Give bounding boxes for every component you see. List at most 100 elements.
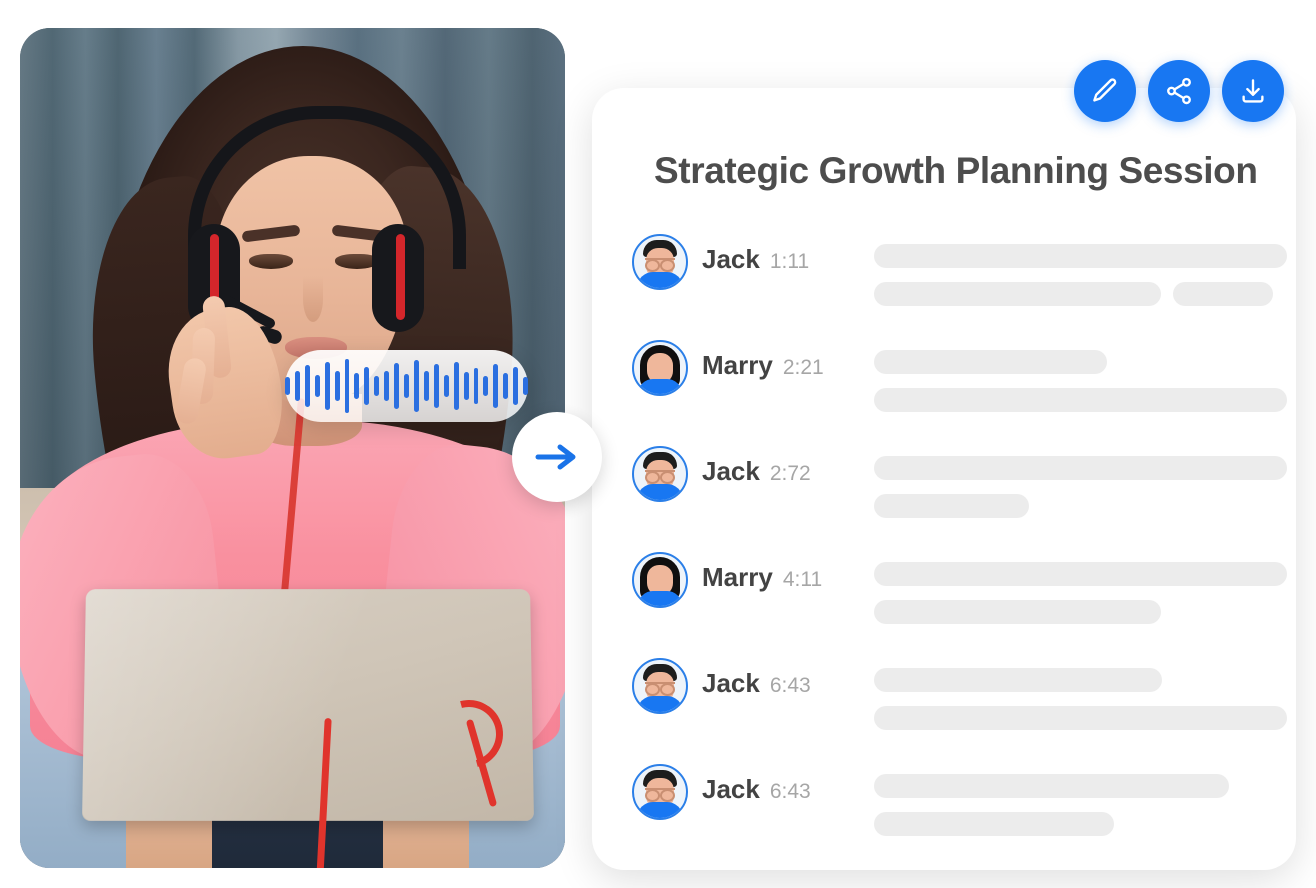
placeholder-bar [874, 812, 1114, 836]
speaker-name: Marry [702, 562, 773, 592]
waveform-bar [344, 359, 350, 413]
waveform-bar [314, 375, 320, 397]
transcript-row[interactable]: Marry 4:11 [632, 548, 1287, 638]
placeholder-line [874, 456, 1287, 480]
waveform-bar [473, 368, 479, 404]
nose [303, 276, 323, 322]
transcript-text-placeholder [874, 654, 1287, 744]
avatar [632, 446, 688, 502]
placeholder-bar [874, 562, 1287, 586]
timestamp: 1:11 [769, 250, 810, 273]
avatar [632, 658, 688, 714]
waveform-bar [394, 363, 400, 409]
placeholder-line [874, 282, 1287, 306]
transcript-row[interactable]: Jack 1:11 [632, 230, 1287, 320]
waveform-bar [364, 367, 370, 405]
placeholder-line [874, 812, 1270, 836]
speaker-name: Jack [702, 774, 760, 804]
waveform-bar [284, 377, 290, 395]
placeholder-line [874, 774, 1270, 798]
transcript-panel: Strategic Growth Planning Session Jack 1:… [592, 60, 1296, 870]
edit-button[interactable] [1074, 60, 1136, 122]
placeholder-bar [874, 282, 1161, 306]
waveform-bar [354, 373, 360, 399]
waveform-bar [493, 364, 499, 408]
speaker-meta: Jack 6:43 [702, 760, 874, 805]
pencil-icon [1093, 78, 1117, 102]
placeholder-bar [874, 388, 1287, 412]
placeholder-line [874, 562, 1287, 586]
speaker-name: Jack [702, 456, 760, 486]
share-icon [1167, 77, 1191, 105]
transcript-text-placeholder [874, 336, 1287, 426]
waveform-bar [384, 371, 390, 401]
waveform-bar [513, 367, 519, 405]
waveform-bar [334, 371, 340, 401]
speaker-meta: Marry 4:11 [702, 548, 874, 593]
panel-action-buttons [1074, 60, 1284, 122]
transcript-text-placeholder [874, 760, 1270, 850]
waveform-bar [483, 376, 489, 396]
placeholder-line [874, 668, 1287, 692]
transcript-row[interactable]: Jack 6:43 [632, 654, 1287, 744]
speaker-name: Jack [702, 668, 760, 698]
next-arrow-button[interactable] [512, 412, 602, 502]
speaker-meta: Jack 6:43 [702, 654, 874, 699]
waveform-bar [374, 376, 380, 396]
transcript-text-placeholder [874, 442, 1287, 532]
placeholder-bar [874, 774, 1229, 798]
download-icon [1242, 79, 1264, 103]
page-title: Strategic Growth Planning Session [654, 150, 1258, 191]
transcript-row[interactable]: Jack 2:72 [632, 442, 1287, 532]
placeholder-bar [1173, 282, 1273, 306]
speaker-name: Marry [702, 350, 773, 380]
timestamp: 2:21 [782, 356, 824, 379]
placeholder-line [874, 244, 1287, 268]
placeholder-line [874, 350, 1287, 374]
transcript-row[interactable]: Marry 2:21 [632, 336, 1287, 426]
waveform-bar [503, 373, 509, 399]
waveform-bar [433, 364, 439, 408]
voice-waveform-bubble [284, 350, 529, 422]
waveform-bar [453, 362, 459, 410]
placeholder-bar [874, 456, 1287, 480]
waveform-bar [423, 371, 429, 401]
avatar [632, 552, 688, 608]
placeholder-bar [874, 494, 1029, 518]
transcript-text-placeholder [874, 230, 1287, 320]
timestamp: 6:43 [769, 780, 811, 803]
placeholder-bar [874, 600, 1161, 624]
avatar [632, 340, 688, 396]
waveform-bar [463, 372, 469, 400]
waveform-bar [294, 371, 300, 401]
transcript-row[interactable]: Jack 6:43 [632, 760, 1270, 850]
headset-right-accent [396, 234, 405, 320]
speaker-meta: Jack 1:11 [702, 230, 874, 275]
placeholder-bar [874, 244, 1287, 268]
waveform-bar [324, 362, 330, 410]
timestamp: 6:43 [769, 674, 811, 697]
download-button[interactable] [1222, 60, 1284, 122]
placeholder-line [874, 494, 1287, 518]
avatar [632, 234, 688, 290]
timestamp: 2:72 [769, 462, 811, 485]
avatar [632, 764, 688, 820]
speaker-name: Jack [702, 244, 760, 274]
placeholder-bar [874, 706, 1287, 730]
placeholder-bar [874, 668, 1162, 692]
timestamp: 4:11 [782, 568, 823, 591]
waveform-bar [523, 377, 529, 395]
placeholder-bar [874, 350, 1107, 374]
waveform-bar [404, 374, 409, 398]
placeholder-line [874, 388, 1287, 412]
transcript-list: Jack 1:11 Marry 2:21 Jack 2:72 Marry 4:11 Jack 6:… [632, 230, 1287, 866]
placeholder-line [874, 706, 1287, 730]
transcript-text-placeholder [874, 548, 1287, 638]
share-button[interactable] [1148, 60, 1210, 122]
waveform-bar [443, 375, 449, 397]
photo-scene [20, 28, 565, 868]
waveform-bar [304, 365, 310, 407]
speaker-meta: Jack 2:72 [702, 442, 874, 487]
speaker-meta: Marry 2:21 [702, 336, 874, 381]
arrow-right-icon [535, 444, 576, 470]
